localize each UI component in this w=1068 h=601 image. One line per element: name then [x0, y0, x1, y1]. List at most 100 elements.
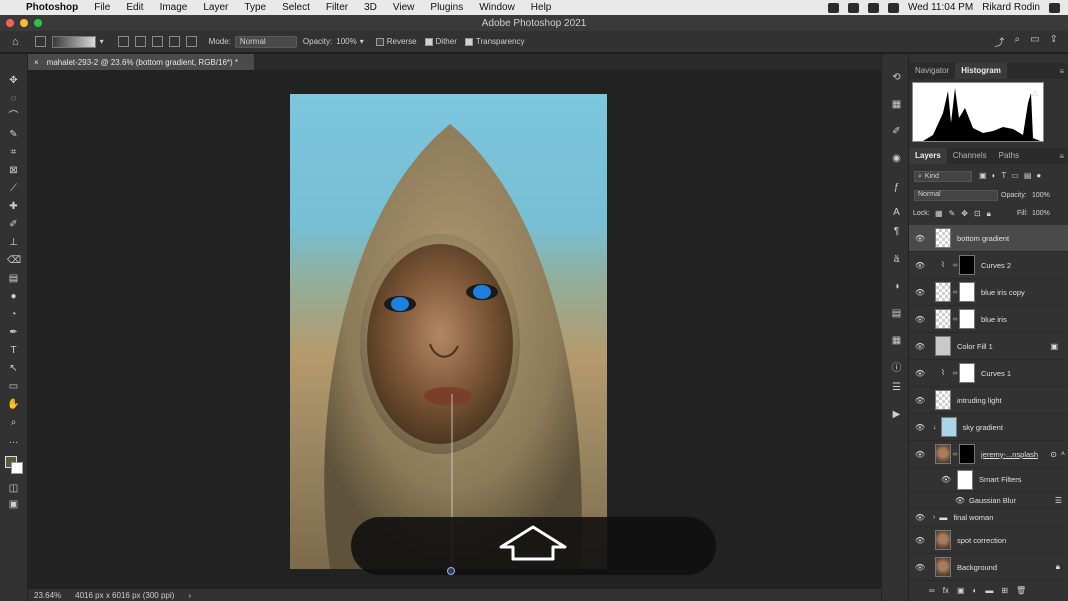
chevron-right-icon[interactable]: › — [188, 591, 191, 600]
link-layers-icon[interactable]: ∞ — [929, 586, 935, 595]
gradient-preview[interactable] — [51, 35, 96, 48]
radial-gradient-icon[interactable] — [134, 36, 146, 47]
expand-arrow-icon[interactable]: › — [933, 514, 935, 521]
angle-gradient-icon[interactable] — [151, 36, 163, 47]
visibility-eye-icon[interactable]: 👁︎ — [913, 450, 927, 459]
layer-row[interactable]: 👁︎ ∞ blue iris copy — [909, 279, 1068, 306]
home-icon[interactable]: ⌂ — [12, 36, 19, 48]
blend-mode-select[interactable]: Normal — [914, 190, 998, 201]
tab-channels[interactable]: Channels — [947, 148, 993, 164]
visibility-eye-icon[interactable]: 👁︎ — [913, 234, 927, 243]
menu-plugins[interactable]: Plugins — [422, 2, 471, 13]
visibility-eye-icon[interactable]: 👁︎ — [913, 423, 927, 432]
visibility-eye-icon[interactable]: 👁︎ — [913, 342, 927, 351]
diamond-gradient-icon[interactable] — [185, 36, 197, 47]
history-icon[interactable]: ⟲ — [891, 72, 902, 83]
battery-icon[interactable] — [887, 2, 899, 13]
reflected-gradient-icon[interactable] — [168, 36, 180, 47]
visibility-eye-icon[interactable]: 👁︎ — [953, 496, 967, 505]
paragraph-icon[interactable]: ¶ — [891, 226, 902, 237]
minimize-window-button[interactable] — [20, 19, 28, 27]
layer-name[interactable]: blue iris copy — [981, 288, 1025, 297]
layer-row[interactable]: 👁︎ spot correction — [909, 527, 1068, 554]
dodge-tool-icon[interactable]: ◔ — [7, 308, 20, 321]
type-filter-icon[interactable]: T — [1001, 171, 1006, 180]
visibility-eye-icon[interactable]: 👁︎ — [939, 475, 953, 484]
swatches-icon[interactable]: ▤ — [891, 308, 902, 319]
share-icon[interactable]: ⤴ — [995, 34, 1005, 49]
reverse-checkbox[interactable] — [375, 37, 384, 46]
fill-value[interactable]: 100% — [1032, 210, 1050, 217]
layer-row[interactable]: 👁︎ ∞ jeremy-...nsplash ⊙ ˄ — [909, 441, 1068, 468]
visibility-eye-icon[interactable]: 👁︎ — [913, 288, 927, 297]
opacity-chevron-icon[interactable]: ▾ — [360, 37, 364, 46]
menu-view[interactable]: View — [385, 2, 423, 13]
layer-name[interactable]: Background — [957, 563, 997, 572]
menu-image[interactable]: Image — [152, 2, 196, 13]
layer-row[interactable]: 👁︎ ∞ blue iris — [909, 306, 1068, 333]
layer-name[interactable]: Curves 2 — [981, 261, 1011, 270]
background-color-swatch[interactable] — [11, 462, 23, 474]
layer-row[interactable]: 👁︎ Background 🔒︎ — [909, 554, 1068, 581]
layer-row[interactable]: 👁︎ intruding light — [909, 387, 1068, 414]
wifi-icon[interactable] — [867, 2, 879, 13]
menu-3d[interactable]: 3D — [356, 2, 385, 13]
menu-type[interactable]: Type — [236, 2, 274, 13]
frame-tool-icon[interactable]: ⊠ — [7, 164, 20, 177]
layer-name[interactable]: jeremy-...nsplash — [981, 450, 1038, 459]
transparency-checkbox[interactable] — [464, 37, 473, 46]
visibility-eye-icon[interactable]: 👁︎ — [913, 396, 927, 405]
menu-select[interactable]: Select — [274, 2, 318, 13]
layer-name[interactable]: Color Fill 1 — [957, 342, 993, 351]
quick-mask-icon[interactable]: ◫ — [7, 482, 20, 495]
character-icon[interactable]: A — [891, 207, 902, 218]
fx-icon[interactable]: fx — [943, 586, 949, 595]
layer-filter-kind[interactable]: ⌕ Kind — [914, 171, 972, 182]
smart-object-filter-icon[interactable]: ▤ — [1024, 171, 1032, 180]
pixel-filter-icon[interactable]: ▣ — [979, 171, 987, 180]
chevron-down-icon[interactable]: ▾ — [100, 37, 104, 46]
pen-tool-icon[interactable]: ✒ — [7, 326, 20, 339]
workspace-icon[interactable]: ▭ — [1030, 34, 1039, 49]
glyphs-icon[interactable]: ä — [891, 254, 902, 265]
color-icon[interactable]: ◑ — [891, 281, 902, 292]
add-mask-icon[interactable]: ▣ — [957, 586, 965, 595]
screen-mode-icon[interactable]: ▣ — [7, 498, 20, 511]
smart-filters-row[interactable]: 👁︎ Smart Filters — [909, 468, 1068, 492]
layer-opacity-value[interactable]: 100% — [1032, 192, 1050, 199]
group-name[interactable]: final woman — [953, 513, 993, 522]
trash-icon[interactable]: 🗑︎ — [1016, 586, 1026, 595]
move-tool-icon[interactable]: ✥ — [7, 74, 20, 87]
close-tab-icon[interactable]: × — [34, 58, 39, 67]
visibility-eye-icon[interactable]: 👁︎ — [913, 563, 927, 572]
gradient-tool-icon[interactable]: ▤ — [7, 272, 20, 285]
filter-name[interactable]: Gaussian Blur — [969, 496, 1016, 505]
visibility-eye-icon[interactable]: 👁︎ — [913, 369, 927, 378]
adjustment-filter-icon[interactable]: ◐ — [992, 171, 997, 180]
gradient-endpoint-handle[interactable] — [447, 567, 455, 575]
new-group-icon[interactable]: ▬ — [985, 586, 993, 595]
libraries-icon[interactable]: ▦ — [891, 335, 902, 346]
menu-app[interactable]: Photoshop — [22, 2, 86, 13]
filter-row[interactable]: 👁︎ Gaussian Blur ☰ — [909, 492, 1068, 509]
lock-pixels-icon[interactable]: ✎ — [949, 209, 956, 219]
path-selection-tool-icon[interactable]: ↖ — [7, 362, 20, 375]
opacity-value[interactable]: 100% — [336, 37, 356, 46]
export-icon[interactable]: ⇪ — [1050, 34, 1058, 49]
mode-select[interactable]: Normal — [234, 35, 297, 48]
menu-help[interactable]: Help — [523, 2, 560, 13]
status-icon[interactable] — [847, 2, 859, 13]
brush-tool-icon[interactable]: ✐ — [7, 218, 20, 231]
adjustments-icon[interactable]: ☰ — [891, 382, 902, 393]
smart-filters-label[interactable]: Smart Filters — [979, 475, 1022, 484]
eraser-tool-icon[interactable]: ⌫ — [7, 254, 21, 267]
layer-name[interactable]: sky gradient — [963, 423, 1003, 432]
visibility-eye-icon[interactable]: 👁︎ — [913, 261, 927, 270]
zoom-tool-icon[interactable]: ⌕ — [7, 416, 20, 429]
brush-settings-icon[interactable]: ✐ — [891, 126, 902, 137]
menu-file[interactable]: File — [86, 2, 118, 13]
document-tab[interactable]: × mahalet-293-2 @ 23.6% (bottom gradient… — [28, 54, 254, 70]
tab-layers[interactable]: Layers — [909, 148, 947, 164]
menu-filter[interactable]: Filter — [318, 2, 356, 13]
menu-layer[interactable]: Layer — [195, 2, 236, 13]
